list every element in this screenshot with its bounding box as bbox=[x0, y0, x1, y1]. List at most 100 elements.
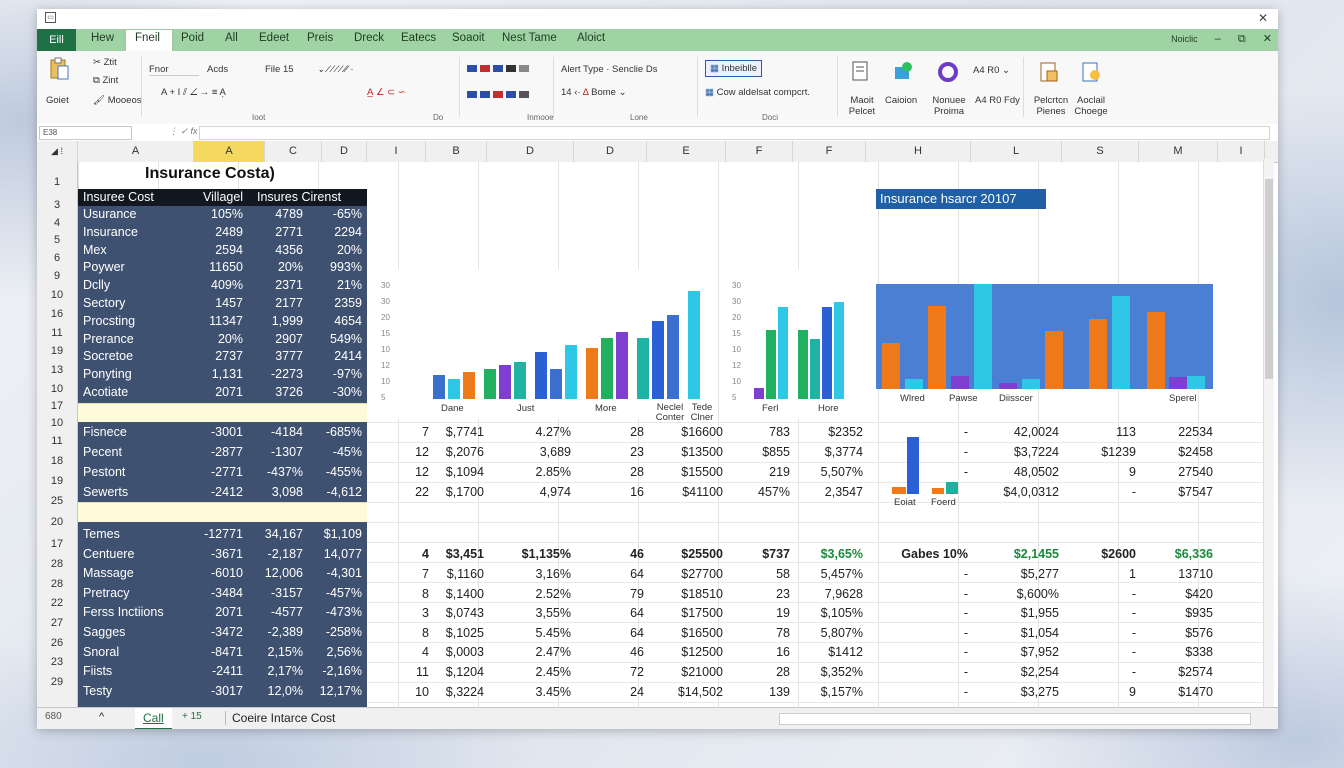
font-color-icon[interactable]: A̲ ∠ ⊂ ∽ bbox=[367, 87, 406, 98]
table-cell[interactable]: -4,612 bbox=[307, 485, 362, 499]
data-cell[interactable]: 46 bbox=[574, 645, 644, 659]
chart-4-bar[interactable] bbox=[932, 488, 944, 494]
table-cell[interactable]: Pretracy bbox=[83, 586, 130, 600]
chart-2-bar[interactable] bbox=[834, 302, 844, 399]
table-cell[interactable]: Massage bbox=[83, 566, 134, 580]
table-cell[interactable]: 1,999 bbox=[251, 314, 303, 328]
name-box[interactable]: E38 bbox=[39, 126, 132, 140]
row-header[interactable]: 23 bbox=[37, 656, 77, 668]
data-cell[interactable]: - bbox=[866, 587, 968, 601]
row-header[interactable]: 26 bbox=[37, 637, 77, 649]
data-cell[interactable]: 46 bbox=[574, 547, 644, 561]
row-header[interactable]: 10 bbox=[37, 289, 77, 301]
vertical-scrollbar[interactable] bbox=[1263, 159, 1274, 709]
data-cell[interactable]: $2600 bbox=[1062, 547, 1136, 561]
table-cell[interactable]: 12,17% bbox=[307, 684, 362, 698]
data-cell[interactable]: $,600% bbox=[971, 587, 1059, 601]
data-cell[interactable]: 23 bbox=[726, 587, 790, 601]
table-cell[interactable]: -2273 bbox=[251, 367, 303, 381]
table-cell[interactable]: Sewerts bbox=[83, 485, 128, 499]
data-cell[interactable]: 64 bbox=[574, 606, 644, 620]
table-cell[interactable]: -3017 bbox=[197, 684, 243, 698]
table-cell[interactable]: Fisnece bbox=[83, 425, 127, 439]
row-header[interactable]: 11 bbox=[37, 327, 77, 339]
fx-icon[interactable]: ⋮ ✓ fx bbox=[169, 126, 198, 137]
tab-poid[interactable]: Poid bbox=[181, 32, 204, 44]
table-cell[interactable]: -457% bbox=[307, 586, 362, 600]
table-cell[interactable]: 11650 bbox=[197, 260, 243, 274]
data-cell[interactable]: 5,807% bbox=[793, 626, 863, 640]
data-cell[interactable]: 22 bbox=[367, 485, 429, 499]
aoclail-choege-button[interactable]: Aoclail Choege bbox=[1071, 95, 1111, 117]
data-cell[interactable]: $,2076 bbox=[426, 445, 484, 459]
data-cell[interactable]: 5.45% bbox=[487, 626, 571, 640]
chart-3-bar[interactable] bbox=[1089, 318, 1107, 389]
data-cell[interactable]: $16600 bbox=[647, 425, 723, 439]
data-cell[interactable]: $12500 bbox=[647, 645, 723, 659]
chart-2-bar[interactable] bbox=[766, 330, 776, 399]
chart-3-bar[interactable] bbox=[951, 376, 969, 389]
data-cell[interactable]: - bbox=[866, 567, 968, 581]
col-header[interactable]: A bbox=[78, 141, 194, 162]
data-cell[interactable]: 4.27% bbox=[487, 425, 571, 439]
table-cell[interactable]: Dclly bbox=[83, 278, 110, 292]
close-icon[interactable]: ✕ bbox=[1258, 11, 1268, 25]
table-cell[interactable]: -2,187 bbox=[251, 547, 303, 561]
table-cell[interactable]: -2,16% bbox=[307, 664, 362, 678]
table-cell[interactable]: Mex bbox=[83, 243, 107, 257]
data-cell[interactable]: 12 bbox=[367, 465, 429, 479]
data-cell[interactable]: 3,16% bbox=[487, 567, 571, 581]
table-cell[interactable]: 2071 bbox=[197, 385, 243, 399]
data-cell[interactable]: $21000 bbox=[647, 665, 723, 679]
table-cell[interactable]: 1,131 bbox=[197, 367, 243, 381]
data-cell[interactable]: - bbox=[1062, 665, 1136, 679]
data-cell[interactable]: 2.85% bbox=[487, 465, 571, 479]
table-cell[interactable]: -2771 bbox=[197, 465, 243, 479]
table-cell[interactable]: -258% bbox=[307, 625, 362, 639]
data-cell[interactable]: 11 bbox=[367, 665, 429, 679]
data-cell[interactable]: $2458 bbox=[1139, 445, 1213, 459]
row-header[interactable]: 29 bbox=[37, 676, 77, 688]
table-cell[interactable]: Socretoe bbox=[83, 349, 133, 363]
data-cell[interactable]: 28 bbox=[726, 665, 790, 679]
row-header[interactable]: 19 bbox=[37, 345, 77, 357]
row-header[interactable]: 27 bbox=[37, 617, 77, 629]
chart-1-bar[interactable] bbox=[616, 331, 628, 399]
data-cell[interactable]: 3 bbox=[367, 606, 429, 620]
table-cell[interactable]: 4789 bbox=[251, 207, 303, 221]
data-cell[interactable]: $855 bbox=[726, 445, 790, 459]
data-cell[interactable]: - bbox=[866, 665, 968, 679]
tab-eatecs[interactable]: Eatecs bbox=[401, 32, 436, 44]
data-cell[interactable]: 58 bbox=[726, 567, 790, 581]
data-cell[interactable]: $1239 bbox=[1062, 445, 1136, 459]
data-cell[interactable]: $15500 bbox=[647, 465, 723, 479]
row-header[interactable]: 5 bbox=[37, 234, 77, 246]
table-cell[interactable]: 12,006 bbox=[251, 566, 303, 580]
row-header[interactable]: 10 bbox=[37, 383, 77, 395]
table-cell[interactable]: 2907 bbox=[251, 332, 303, 346]
number-format-select[interactable]: 14 ‹· Δ Bome ⌄ bbox=[561, 87, 627, 98]
data-cell[interactable]: $2352 bbox=[793, 425, 863, 439]
table-cell[interactable]: Fiists bbox=[83, 664, 112, 678]
data-cell[interactable]: $16500 bbox=[647, 626, 723, 640]
table-cell[interactable]: -3484 bbox=[197, 586, 243, 600]
data-cell[interactable]: 28 bbox=[574, 465, 644, 479]
table-cell[interactable]: -4184 bbox=[251, 425, 303, 439]
minimize-icon[interactable]: – bbox=[1215, 33, 1221, 45]
row-header[interactable]: 6 bbox=[37, 252, 77, 264]
chart-icon[interactable] bbox=[893, 61, 915, 83]
row-header[interactable]: 28 bbox=[37, 558, 77, 570]
chart-3-bar[interactable] bbox=[1147, 312, 1165, 389]
data-cell[interactable]: $,1204 bbox=[426, 665, 484, 679]
data-cell[interactable]: 3.45% bbox=[487, 685, 571, 699]
chart-1-bar[interactable] bbox=[667, 314, 679, 399]
data-cell[interactable]: 2,3547 bbox=[793, 485, 863, 499]
data-cell[interactable]: $,3224 bbox=[426, 685, 484, 699]
table-cell[interactable]: -3157 bbox=[251, 586, 303, 600]
data-cell[interactable]: 113 bbox=[1062, 425, 1136, 439]
data-cell[interactable]: $14,502 bbox=[647, 685, 723, 699]
table-cell[interactable]: 1457 bbox=[197, 296, 243, 310]
table-cell[interactable]: Prerance bbox=[83, 332, 134, 346]
row-header[interactable]: 28 bbox=[37, 578, 77, 590]
close-icon[interactable]: ✕ bbox=[1263, 33, 1272, 45]
